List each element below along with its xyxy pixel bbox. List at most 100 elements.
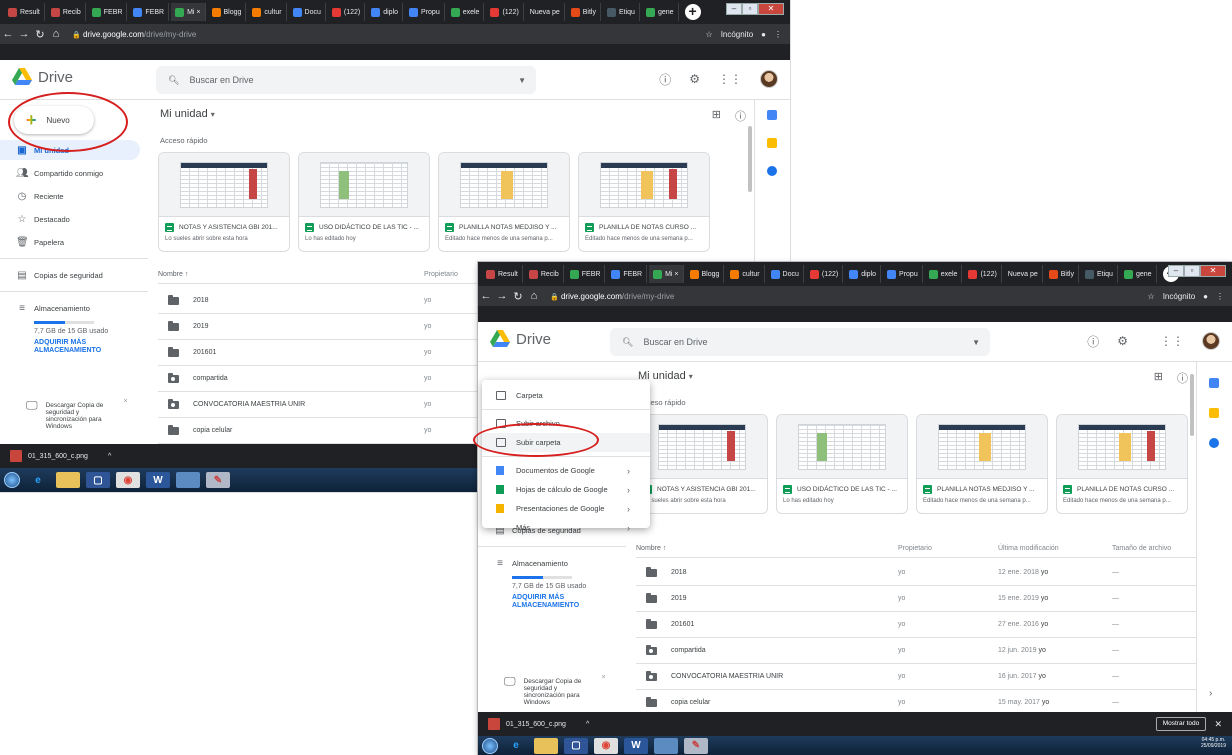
tab-result[interactable]: Result: [4, 3, 45, 21]
forward-button[interactable]: →: [494, 290, 510, 302]
tab-youtube[interactable]: (122): [806, 265, 844, 283]
back-button[interactable]: ←: [0, 28, 16, 40]
menu-item-google-docs[interactable]: Documentos de Google ›: [482, 461, 650, 480]
tab-nueva[interactable]: Nueva pe: [1004, 265, 1043, 283]
url-field[interactable]: 🔒 drive.google.com/drive/my-drive: [550, 292, 674, 301]
sidebar-item-storage[interactable]: ≡ Almacenamiento: [0, 298, 148, 318]
minimize-button[interactable]: –: [1168, 265, 1184, 277]
tasks-icon[interactable]: [1209, 438, 1219, 448]
search-input[interactable]: 🔍︎ Buscar en Drive ▼: [156, 66, 536, 94]
download-promo[interactable]: 🖵 Descargar Copia de seguridad y sincron…: [26, 398, 128, 430]
quick-access-card[interactable]: NOTAS Y ASISTENCIA GBI 201... Lo sueles a…: [158, 152, 290, 252]
keep-icon[interactable]: [767, 138, 777, 148]
url-field[interactable]: 🔒 drive.google.com/drive/my-drive: [72, 30, 196, 39]
search-options-icon[interactable]: ▼: [518, 76, 526, 85]
tab-mi-unidad[interactable]: Mi ×: [171, 3, 206, 21]
close-window-button[interactable]: ✕: [758, 3, 784, 15]
sidebar-item-starred[interactable]: ☆ Destacado: [0, 209, 148, 229]
chrome-icon[interactable]: ◉: [116, 472, 140, 488]
menu-item-folder[interactable]: Carpeta: [482, 386, 650, 405]
quick-access-card[interactable]: NOTAS Y ASISTENCIA GBI 201... Lo sueles a…: [636, 414, 768, 514]
table-row[interactable]: CONVOCATORIA MAESTRIA UNIR yo 16 jun. 2017…: [636, 664, 1196, 690]
explorer-icon[interactable]: [56, 472, 80, 488]
chevron-up-icon[interactable]: ^: [586, 721, 589, 728]
apps-grid-icon[interactable]: ⋮⋮: [1160, 334, 1184, 348]
help-icon[interactable]: ⓘ: [1087, 333, 1099, 350]
tab-docu[interactable]: Docu: [767, 265, 804, 283]
quick-access-card[interactable]: PLANILLA NOTAS MEDJISO Y ... Editado hace…: [916, 414, 1048, 514]
tab-febr-2[interactable]: FEBR: [129, 3, 170, 21]
gear-icon[interactable]: ⚙: [1117, 334, 1128, 348]
calendar-icon[interactable]: [1209, 378, 1219, 388]
word-icon[interactable]: W: [146, 472, 170, 488]
tab-febr[interactable]: FEBR: [566, 265, 606, 283]
tab-etiqu[interactable]: Etiqu: [1081, 265, 1118, 283]
browser-menu-icon[interactable]: ⋮: [1216, 292, 1224, 301]
tab-propu[interactable]: Propu: [405, 3, 445, 21]
search-input[interactable]: 🔍︎ Buscar en Drive ▼: [610, 328, 990, 356]
tab-bitly[interactable]: Bitly: [1045, 265, 1079, 283]
table-row[interactable]: 2018 yo 12 ene. 2018 yo —: [636, 560, 1196, 586]
browser-menu-icon[interactable]: ⋮: [774, 30, 782, 39]
home-button[interactable]: ⌂: [48, 28, 64, 40]
menu-item-more[interactable]: Más ›: [482, 518, 650, 537]
outlook-icon[interactable]: ▢: [86, 472, 110, 488]
menu-item-google-slides[interactable]: Presentaciones de Google ›: [482, 499, 650, 518]
reload-button[interactable]: ↻: [510, 290, 526, 303]
tab-nueva[interactable]: Nueva pe: [526, 3, 565, 21]
start-button[interactable]: [482, 737, 498, 754]
tab-blogger[interactable]: Blogg: [686, 265, 725, 283]
buy-storage-link[interactable]: ADQUIRIR MÁS ALMACENAMIENTO: [512, 594, 626, 610]
keep-icon[interactable]: [1209, 408, 1219, 418]
tab-youtube[interactable]: (122): [328, 3, 366, 21]
sidebar-item-storage[interactable]: ≡ Almacenamiento: [478, 553, 626, 573]
buy-storage-link[interactable]: ADQUIRIR MÁS ALMACENAMIENTO: [34, 339, 148, 355]
sidebar-item-trash[interactable]: 🗑︎ Papelera: [0, 232, 148, 252]
tab-blogger[interactable]: Blogg: [208, 3, 247, 21]
scrollbar[interactable]: [748, 126, 752, 192]
quick-access-card[interactable]: USO DIDÁCTICO DE LAS TIC - ... Lo has edi…: [298, 152, 430, 252]
app-icon[interactable]: [654, 737, 678, 754]
show-all-button[interactable]: Mostrar todo: [1156, 717, 1206, 731]
menu-item-google-sheets[interactable]: Hojas de cálculo de Google ›: [482, 480, 650, 499]
close-icon[interactable]: ×: [601, 674, 605, 681]
tab-diplo[interactable]: diplo: [845, 265, 882, 283]
info-icon[interactable]: ⓘ: [1177, 370, 1188, 386]
star-icon[interactable]: ☆: [706, 30, 713, 39]
quick-access-card[interactable]: USO DIDÁCTICO DE LAS TIC - ... Lo has edi…: [776, 414, 908, 514]
tab-docu[interactable]: Docu: [289, 3, 326, 21]
help-icon[interactable]: ⓘ: [659, 71, 671, 88]
tab-diplo[interactable]: diplo: [367, 3, 404, 21]
calendar-icon[interactable]: [767, 110, 777, 120]
close-icon[interactable]: ×: [123, 398, 127, 405]
download-promo[interactable]: 🖵 Descargar Copia de seguridad y sincron…: [504, 674, 606, 706]
tab-etiqu[interactable]: Etiqu: [603, 3, 640, 21]
minimize-button[interactable]: –: [726, 3, 742, 15]
tab-youtube-2[interactable]: (122): [486, 3, 524, 21]
system-clock[interactable]: 04:45 p.m. 25/09/2019: [1201, 737, 1226, 749]
search-options-icon[interactable]: ▼: [972, 338, 980, 347]
grid-view-icon[interactable]: ⊞: [712, 108, 721, 124]
download-file-name[interactable]: 01_315_600_c.png: [28, 453, 88, 460]
maximize-button[interactable]: ▫: [742, 3, 758, 15]
paint-icon[interactable]: ✎: [684, 737, 708, 754]
grid-view-icon[interactable]: ⊞: [1154, 370, 1163, 386]
quick-access-card[interactable]: PLANILLA NOTAS MEDJISO Y ... Editado hace…: [438, 152, 570, 252]
download-file-name[interactable]: 01_315_600_c.png: [506, 721, 566, 728]
chevron-up-icon[interactable]: ^: [108, 453, 111, 460]
drive-logo[interactable]: Drive: [490, 330, 551, 348]
tab-mi-unidad[interactable]: Mi ×: [649, 265, 684, 283]
reload-button[interactable]: ↻: [32, 28, 48, 41]
tab-bitly[interactable]: Bitly: [567, 3, 601, 21]
tab-youtube-2[interactable]: (122): [964, 265, 1002, 283]
tab-febr-2[interactable]: FEBR: [607, 265, 648, 283]
tab-gene[interactable]: gene: [1120, 265, 1157, 283]
avatar[interactable]: [1202, 332, 1220, 350]
app-icon[interactable]: [176, 472, 200, 488]
scrollbar[interactable]: [1190, 374, 1194, 436]
ie-icon[interactable]: e: [26, 472, 50, 488]
tasks-icon[interactable]: [767, 166, 777, 176]
tab-cultura[interactable]: cultur: [248, 3, 287, 21]
apps-grid-icon[interactable]: ⋮⋮: [718, 72, 742, 86]
tab-exele[interactable]: exele: [925, 265, 963, 283]
